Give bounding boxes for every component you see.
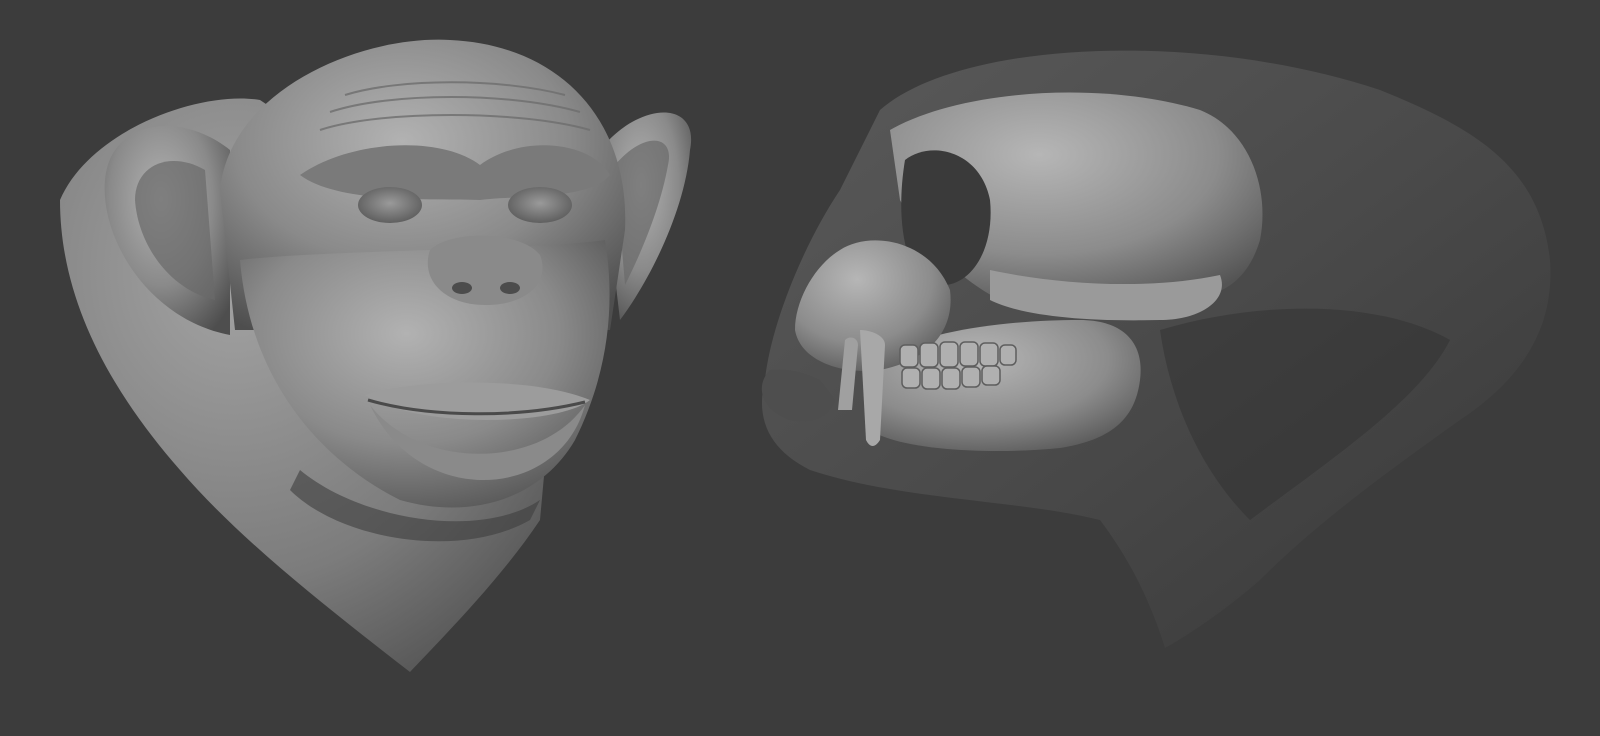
left-nostril	[452, 282, 472, 294]
left-eye	[358, 187, 422, 223]
right-nostril	[500, 282, 520, 294]
primate-skull-sculpt	[761, 50, 1551, 649]
render-canvas	[60, 39, 1551, 672]
chimpanzee-head-sculpt	[60, 39, 692, 672]
sculpt-viewport	[0, 0, 1600, 736]
right-eye	[508, 187, 572, 223]
